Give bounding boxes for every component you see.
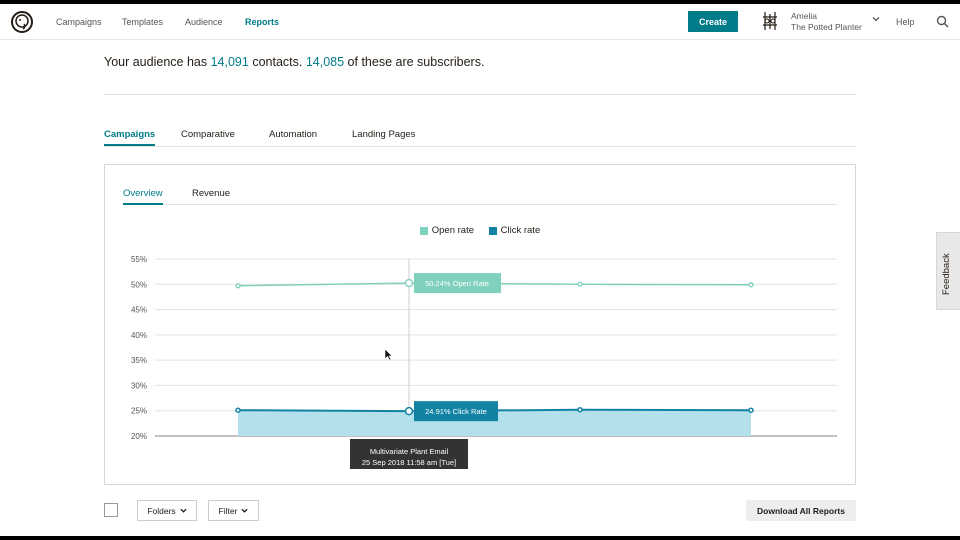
legend-open-swatch bbox=[419, 226, 428, 235]
click-rate-point bbox=[577, 406, 583, 413]
y-tick-label: 35% bbox=[131, 356, 147, 365]
summary-suffix: of these are subscribers. bbox=[347, 55, 485, 69]
tooltip-date: 25 Sep 2018 11:58 am [Tue] bbox=[361, 458, 457, 467]
summary-middle: contacts. bbox=[252, 55, 303, 69]
legend-open-label: Open rate bbox=[431, 225, 474, 236]
app-window: Campaigns Templates Audience Reports Cre… bbox=[0, 4, 960, 536]
legend-click-rate[interactable]: Click rate bbox=[488, 225, 541, 236]
divider bbox=[104, 94, 856, 95]
y-tick-label: 50% bbox=[131, 280, 147, 289]
account-logo-icon[interactable] bbox=[762, 11, 778, 31]
click-rate-point bbox=[404, 406, 414, 416]
y-tick-label: 30% bbox=[131, 381, 147, 390]
chart-tooltip: Multivariate Plant Email 25 Sep 2018 11:… bbox=[350, 439, 468, 469]
filter-label: Filter bbox=[218, 505, 238, 516]
tab-campaigns[interactable]: Campaigns bbox=[104, 129, 156, 146]
folders-label: Folders bbox=[147, 505, 176, 516]
account-user-name: Amelia bbox=[791, 11, 817, 21]
summary-prefix: Your audience has bbox=[104, 55, 208, 69]
nav-campaigns[interactable]: Campaigns bbox=[56, 17, 102, 27]
contacts-count: 14,091 bbox=[210, 55, 249, 69]
audience-summary: Your audience has 14,091 contacts. 14,08… bbox=[104, 55, 484, 69]
search-icon[interactable] bbox=[936, 15, 949, 28]
open-rate-label: 50.24% Open Rate bbox=[425, 279, 489, 288]
subscribers-count: 14,085 bbox=[305, 55, 345, 69]
help-link[interactable]: Help bbox=[896, 17, 915, 27]
nav-reports[interactable]: Reports bbox=[245, 17, 279, 27]
overview-panel: Overview Revenue 20% 25% 30% 35% 40% 45% 50% 55… bbox=[104, 164, 856, 485]
tab-landing-pages[interactable]: Landing Pages bbox=[352, 129, 415, 140]
open-rate-point bbox=[235, 283, 241, 289]
chart-legend: Open rate Click rate bbox=[105, 225, 855, 238]
tab-comparative[interactable]: Comparative bbox=[181, 129, 235, 140]
chevron-down-icon[interactable] bbox=[872, 15, 880, 23]
nav-templates[interactable]: Templates bbox=[122, 17, 163, 27]
chevron-down-icon bbox=[180, 508, 187, 513]
download-all-reports-button[interactable]: Download All Reports bbox=[746, 500, 856, 521]
y-tick-label: 20% bbox=[131, 432, 147, 441]
open-rate-point bbox=[404, 278, 414, 288]
feedback-label: Feedback bbox=[941, 253, 952, 295]
nav-audience[interactable]: Audience bbox=[185, 17, 223, 27]
y-tick-label: 40% bbox=[131, 331, 147, 340]
legend-click-swatch bbox=[488, 226, 497, 235]
open-rate-point bbox=[748, 282, 754, 288]
legend-click-label: Click rate bbox=[500, 225, 541, 236]
click-rate-label: 24.91% Click Rate bbox=[425, 407, 487, 416]
folders-dropdown[interactable]: Folders bbox=[137, 500, 197, 521]
top-nav: Campaigns Templates Audience Reports Cre… bbox=[0, 4, 960, 40]
y-tick-label: 45% bbox=[131, 306, 147, 315]
feedback-tab[interactable]: Feedback bbox=[936, 232, 960, 310]
account-switcher[interactable]: Amelia The Potted Planter bbox=[791, 11, 862, 33]
account-org-name: The Potted Planter bbox=[791, 22, 862, 32]
tooltip-title: Multivariate Plant Email bbox=[369, 447, 449, 456]
create-button[interactable]: Create bbox=[688, 11, 738, 32]
report-tabs: Campaigns Comparative Automation Landing… bbox=[104, 129, 856, 147]
click-rate-point bbox=[235, 407, 241, 413]
legend-open-rate[interactable]: Open rate bbox=[419, 225, 474, 236]
tab-automation[interactable]: Automation bbox=[269, 129, 317, 140]
filter-dropdown[interactable]: Filter bbox=[208, 500, 259, 521]
freddie-logo-icon[interactable] bbox=[10, 10, 34, 34]
click-rate-point bbox=[748, 407, 754, 413]
select-all-checkbox[interactable] bbox=[104, 503, 118, 517]
mouse-cursor-icon bbox=[384, 348, 393, 361]
y-tick-label: 25% bbox=[131, 407, 147, 416]
chevron-down-icon bbox=[241, 508, 249, 513]
y-tick-label: 55% bbox=[131, 255, 147, 264]
open-rate-point bbox=[577, 281, 583, 287]
rates-chart: 20% 25% 30% 35% 40% 45% 50% 55% 50.24% Open Rate… bbox=[131, 255, 837, 441]
